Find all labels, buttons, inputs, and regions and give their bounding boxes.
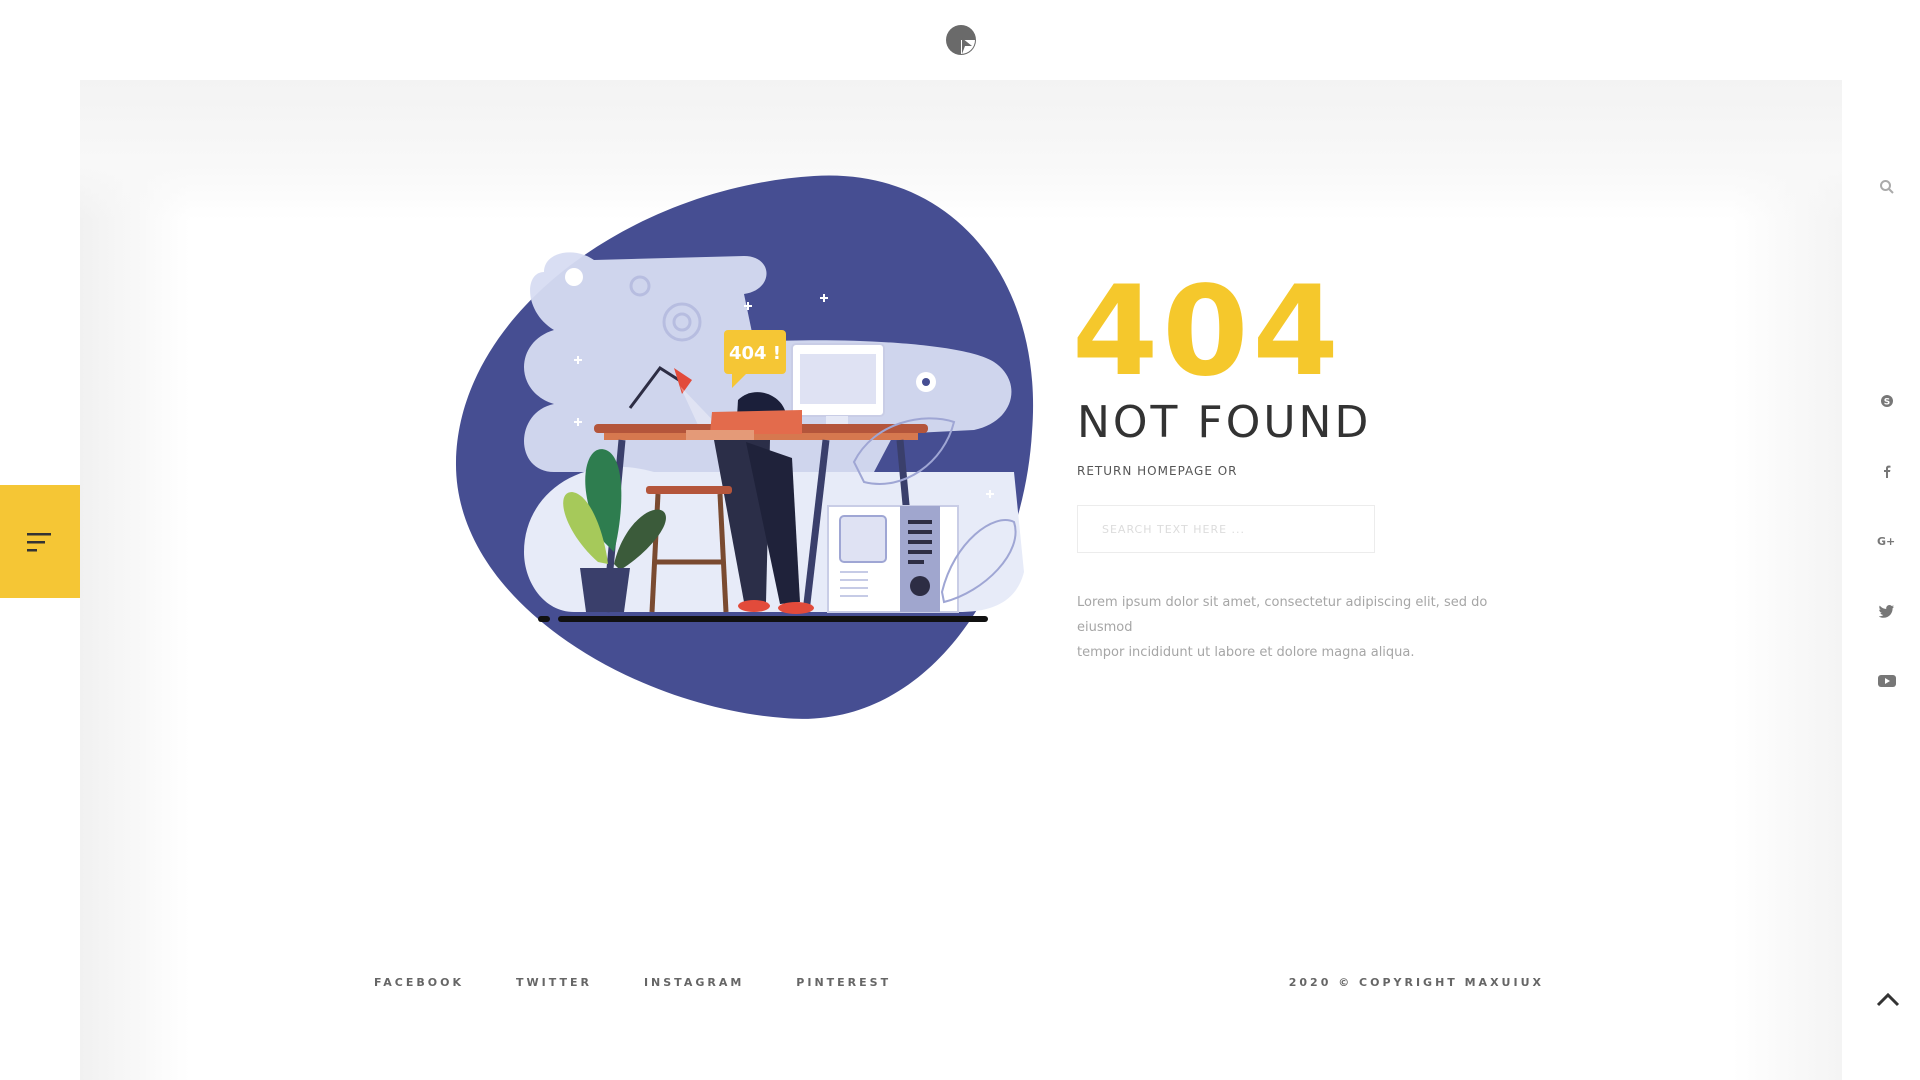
search-input[interactable] (1077, 505, 1375, 553)
search-icon[interactable] (1876, 176, 1898, 198)
svg-text:S: S (1884, 398, 1890, 408)
error-title: NOT FOUND (1077, 397, 1372, 448)
twitter-icon[interactable] (1876, 600, 1898, 622)
footer-social-links: FACEBOOK TWITTER INSTAGRAM PINTEREST (374, 976, 891, 989)
error-code: 404 (1072, 260, 1343, 404)
menu-toggle-button[interactable] (0, 485, 80, 598)
left-rail (0, 0, 80, 1080)
description-line-2: tempor incididunt ut labore et dolore ma… (1077, 645, 1415, 660)
error-illustration: 404 ! (455, 175, 1034, 719)
logo-icon[interactable] (945, 24, 977, 56)
description-text: Lorem ipsum dolor sit amet, consectetur … (1077, 590, 1517, 665)
right-rail: S G+ (1842, 0, 1920, 1080)
footer-link-pinterest[interactable]: PINTEREST (796, 976, 891, 989)
main-panel: 404 ! 404 NOT FOUND RETURN HOMEPAGE OR S… (80, 0, 1842, 1080)
footer-link-instagram[interactable]: INSTAGRAM (644, 976, 744, 989)
copyright-text: 2020 © COPYRIGHT MAXUIUX (1288, 976, 1544, 989)
top-bar (80, 0, 1842, 80)
svg-text:G+: G+ (1877, 535, 1895, 548)
description-line-1: Lorem ipsum dolor sit amet, consectetur … (1077, 595, 1488, 635)
google-plus-icon[interactable]: G+ (1876, 530, 1898, 552)
skype-icon[interactable]: S (1876, 390, 1898, 412)
youtube-icon[interactable] (1876, 670, 1898, 692)
footer-link-twitter[interactable]: TWITTER (516, 976, 592, 989)
facebook-icon[interactable] (1876, 460, 1898, 482)
chevron-up-icon[interactable] (1874, 990, 1902, 1010)
badge-text: 404 ! (729, 343, 781, 364)
footer-link-facebook[interactable]: FACEBOOK (374, 976, 464, 989)
hamburger-menu-icon (27, 532, 51, 551)
return-homepage-label: RETURN HOMEPAGE OR (1077, 464, 1238, 478)
